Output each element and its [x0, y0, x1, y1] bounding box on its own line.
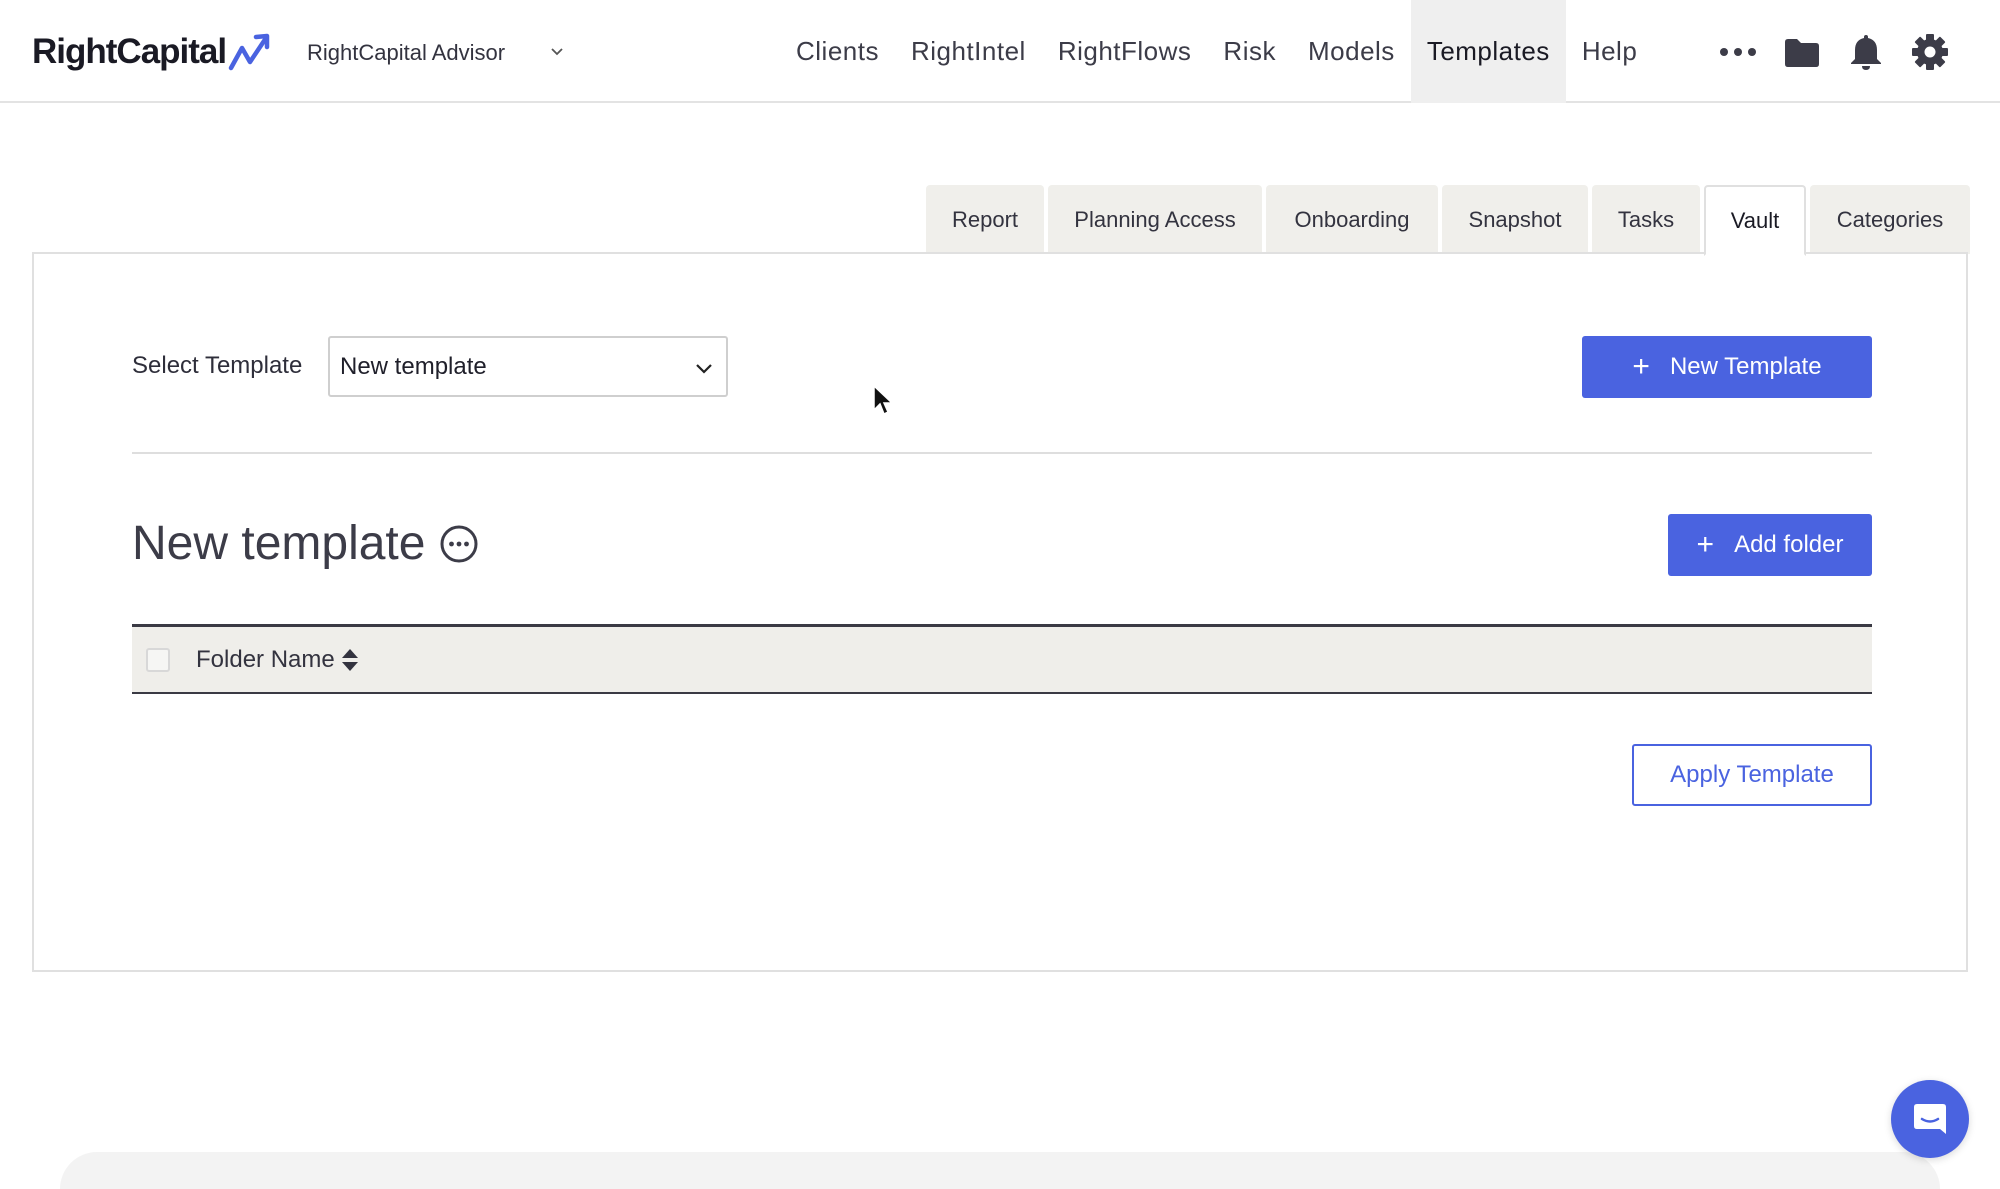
tab-categories[interactable]: Categories	[1810, 185, 1970, 254]
tab-report[interactable]: Report	[926, 185, 1044, 254]
template-title-text: New template	[132, 517, 426, 570]
folder-name-column-header[interactable]: Folder Name	[196, 646, 359, 674]
plus-icon: +	[1632, 350, 1650, 383]
more-options-icon[interactable]	[439, 524, 479, 564]
nav-clients[interactable]: Clients	[780, 0, 895, 103]
nav-templates[interactable]: Templates	[1410, 0, 1566, 103]
nav-rightflows[interactable]: RightFlows	[1042, 0, 1208, 103]
select-template-label: Select Template	[132, 352, 303, 379]
nav-help[interactable]: Help	[1566, 0, 1653, 103]
main-nav: Clients RightIntel RightFlows Risk Model…	[780, 0, 1653, 103]
folder-table-header: Folder Name	[132, 624, 1872, 694]
chat-launcher-button[interactable]	[1891, 1080, 1969, 1158]
top-navigation-bar: RightCapital RightCapital Advisor Client…	[0, 0, 2000, 103]
sort-icon	[341, 648, 359, 672]
tab-onboarding[interactable]: Onboarding	[1266, 185, 1438, 254]
mouse-cursor-icon	[873, 384, 894, 416]
more-icon[interactable]	[1716, 30, 1760, 74]
select-template-dropdown[interactable]: New template	[328, 336, 728, 397]
nav-risk[interactable]: Risk	[1207, 0, 1292, 103]
tab-vault[interactable]: Vault	[1704, 185, 1806, 256]
new-template-label: New Template	[1669, 353, 1822, 380]
chevron-down-icon	[551, 48, 563, 56]
add-folder-label: Add folder	[1734, 531, 1844, 558]
nav-rightintel[interactable]: RightIntel	[895, 0, 1042, 103]
folder-icon[interactable]	[1780, 30, 1824, 74]
new-template-button[interactable]: + New Template	[1582, 336, 1872, 398]
folder-name-label: Folder Name	[196, 645, 335, 673]
add-folder-button[interactable]: + Add folder	[1668, 514, 1872, 576]
advisor-label: RightCapital Advisor	[307, 40, 506, 65]
section-divider	[132, 452, 1872, 454]
bottom-shade	[60, 1152, 1940, 1189]
nav-icon-group	[1716, 28, 1952, 76]
tab-snapshot[interactable]: Snapshot	[1442, 185, 1588, 254]
logo-text: RightCapital	[32, 32, 227, 71]
select-all-checkbox[interactable]	[146, 647, 170, 672]
tab-planning-access[interactable]: Planning Access	[1048, 185, 1262, 254]
apply-template-button[interactable]: Apply Template	[1632, 744, 1872, 806]
logo-trend-icon	[228, 33, 270, 71]
chevron-down-icon	[696, 364, 712, 374]
rightcapital-logo[interactable]: RightCapital	[32, 30, 272, 74]
advisor-selector[interactable]: RightCapital Advisor	[307, 36, 563, 70]
chat-icon	[1914, 1104, 1946, 1134]
nav-models[interactable]: Models	[1292, 0, 1411, 103]
vault-panel: Select Template New template + New Templ…	[32, 252, 1968, 972]
select-template-value: New template	[340, 352, 487, 380]
tab-tasks[interactable]: Tasks	[1592, 185, 1700, 254]
gear-icon[interactable]	[1908, 30, 1952, 74]
template-title: New template	[132, 516, 479, 571]
bell-icon[interactable]	[1844, 30, 1888, 74]
plus-icon: +	[1696, 528, 1715, 561]
template-tabs: Report Planning Access Onboarding Snapsh…	[926, 185, 1974, 256]
